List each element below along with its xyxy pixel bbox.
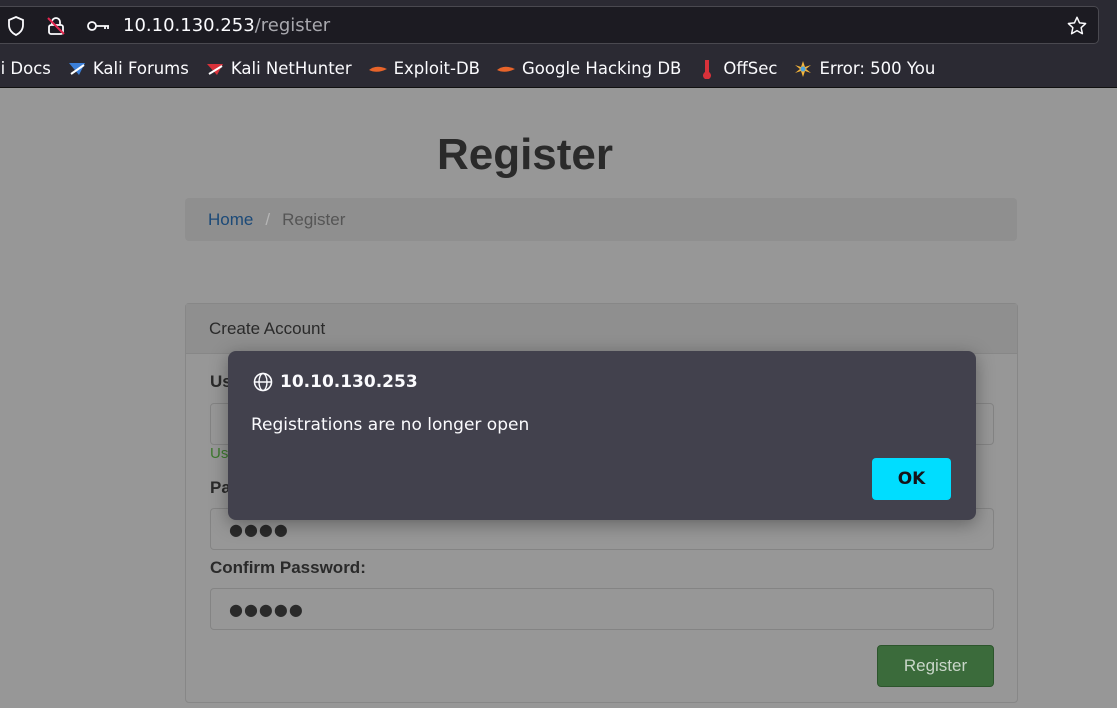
- key-icon[interactable]: [87, 7, 111, 45]
- bookmark-label: Google Hacking DB: [522, 59, 682, 78]
- bookmark-label: Error: 500 You: [819, 59, 936, 78]
- bookmark-label: li Docs: [0, 59, 51, 78]
- bookmark-google-hacking-db[interactable]: Google Hacking DB: [496, 59, 681, 79]
- bookmark-error-500[interactable]: Error: 500 You: [793, 59, 935, 79]
- kali-nethunter-icon: [205, 59, 225, 79]
- confirm-password-value: ●●●●●: [229, 599, 304, 619]
- star-icon[interactable]: [1065, 7, 1089, 45]
- error-500-icon: [793, 59, 813, 79]
- breadcrumb-separator: /: [265, 209, 271, 229]
- browser-toolbar: 10.10.130.253/register: [0, 0, 1117, 50]
- kali-forums-icon: [67, 59, 87, 79]
- alert-dialog: 10.10.130.253 Registrations are no longe…: [228, 351, 976, 520]
- confirm-password-label: Confirm Password:: [210, 558, 366, 577]
- username-hint: Us: [210, 445, 229, 462]
- bookmark-label: OffSec: [723, 59, 778, 78]
- breadcrumb-home-link[interactable]: Home: [208, 210, 253, 230]
- panel-heading: Create Account: [186, 304, 1017, 354]
- dialog-ok-button[interactable]: OK: [872, 458, 951, 500]
- bookmark-label: Kali NetHunter: [230, 59, 352, 78]
- ghdb-icon: [496, 59, 516, 79]
- exploit-db-icon: [368, 59, 388, 79]
- url-path: /register: [254, 15, 331, 36]
- confirm-password-input[interactable]: ●●●●●: [210, 588, 994, 630]
- shield-icon[interactable]: [5, 7, 27, 45]
- bookmarks-bar: li Docs Kali Forums Kali NetHunter Explo…: [0, 50, 1117, 88]
- password-value: ●●●●: [229, 519, 289, 539]
- bookmark-kali-forums[interactable]: Kali Forums: [67, 59, 189, 79]
- register-button[interactable]: Register: [877, 645, 994, 687]
- page-title: Register: [436, 130, 614, 179]
- breadcrumb-current: Register: [282, 209, 346, 229]
- breadcrumb: Home / Register: [185, 198, 1017, 241]
- bookmark-offsec[interactable]: OffSec: [697, 59, 777, 79]
- url-bar[interactable]: 10.10.130.253/register: [0, 6, 1099, 44]
- bookmark-kali-docs[interactable]: li Docs: [0, 59, 51, 78]
- bookmark-kali-nethunter[interactable]: Kali NetHunter: [205, 59, 352, 79]
- globe-icon: [252, 371, 274, 393]
- bookmark-exploit-db[interactable]: Exploit-DB: [368, 59, 480, 79]
- url-text[interactable]: 10.10.130.253/register: [123, 7, 330, 45]
- dialog-message: Registrations are no longer open: [251, 415, 530, 435]
- dialog-origin-text: 10.10.130.253: [280, 372, 418, 392]
- bookmark-label: Kali Forums: [92, 59, 189, 78]
- insecure-lock-icon[interactable]: [45, 7, 67, 45]
- dialog-origin: 10.10.130.253: [252, 371, 418, 393]
- url-host: 10.10.130.253: [123, 15, 255, 36]
- offsec-icon: [697, 59, 717, 79]
- bookmark-label: Exploit-DB: [393, 59, 480, 78]
